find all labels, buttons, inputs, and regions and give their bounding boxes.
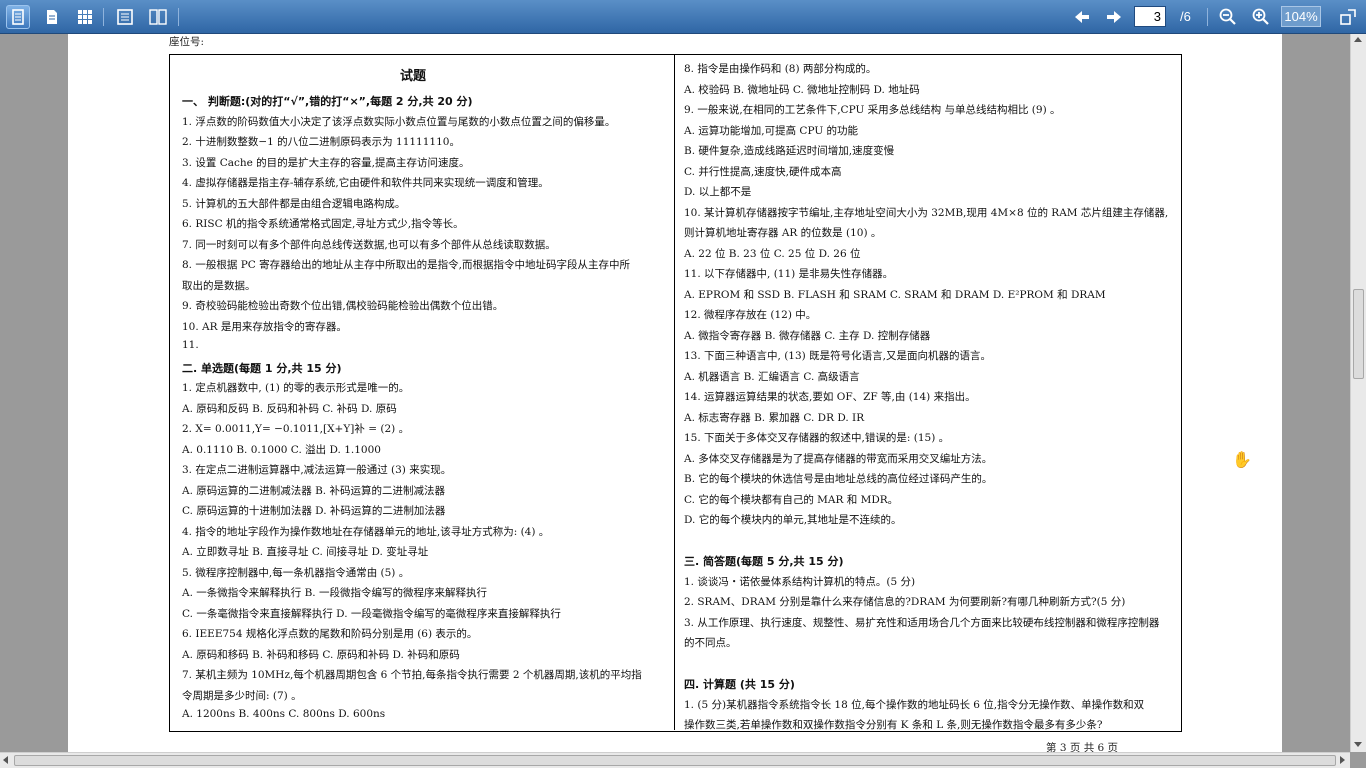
vertical-scroll-thumb[interactable] <box>1353 289 1364 379</box>
section-heading: 三. 简答题(每题 5 分,共 15 分) <box>684 555 844 568</box>
exam-frame: 试题 一、 判断题:(对的打“√”,错的打“×”,每题 2 分,共 20 分) 1… <box>169 54 1182 732</box>
page-total: /6 <box>1180 9 1191 24</box>
question-line: 取出的是数据。 <box>182 279 256 292</box>
question-line: 2. SRAM、DRAM 分别是靠什么来存储信息的?DRAM 为何要刷新?有哪几… <box>684 596 1126 608</box>
question-line: 5. 微程序控制器中,每一条机器指令通常由 (5) 。 <box>182 566 410 579</box>
question-line: A. 微指令寄存器 B. 微存储器 C. 主存 D. 控制存储器 <box>684 329 931 342</box>
question-line: 令周期是多少时间: (7) 。 <box>182 689 302 702</box>
question-line: 的不同点。 <box>684 637 737 649</box>
question-line: A. EPROM 和 SSD B. FLASH 和 SRAM C. SRAM 和… <box>684 288 1106 301</box>
question-line: 6. RISC 机的指令系统通常格式固定,寻址方式少,指令等长。 <box>182 218 464 230</box>
seat-label: 座位号: <box>169 36 205 48</box>
question-line: A. 校验码 B. 微地址码 C. 微地址控制码 D. 地址码 <box>684 83 920 96</box>
question-line: A. 标志寄存器 B. 累加器 C. DR D. IR <box>684 411 865 424</box>
document-icon[interactable] <box>40 5 64 29</box>
question-line: 11. <box>182 339 199 351</box>
question-line: C. 原码运算的十进制加法器 D. 补码运算的二进制加法器 <box>182 505 446 517</box>
question-line: D. 它的每个模块内的单元,其地址是不连续的。 <box>684 514 902 526</box>
horizontal-scrollbar[interactable] <box>0 752 1350 768</box>
zoom-out-icon[interactable] <box>1216 5 1240 29</box>
toolbar-separator <box>103 8 104 26</box>
question-line: 1. 定点机器数中, (1) 的零的表示形式是唯一的。 <box>182 382 410 394</box>
single-page-view-icon[interactable] <box>6 5 30 29</box>
question-line: 7. 某机主频为 10MHz,每个机器周期包含 6 个节拍,每条指令执行需要 2… <box>182 669 642 681</box>
question-line: 4. 指令的地址字段作为操作数地址在存储器单元的地址,该寻址方式称为: (4) … <box>182 525 550 538</box>
question-line: B. 硬件复杂,造成线路延迟时间增加,速度变慢 <box>684 145 895 157</box>
question-line: 15. 下面关于多体交叉存储器的叙述中,错误的是: (15) 。 <box>684 432 950 444</box>
question-line: A. 22 位 B. 23 位 C. 25 位 D. 26 位 <box>684 247 861 260</box>
question-line: 12. 微程序存放在 (12) 中。 <box>684 309 817 321</box>
vertical-scrollbar[interactable] <box>1350 34 1366 752</box>
question-line: A. 运算功能增加,可提高 CPU 的功能 <box>684 124 859 137</box>
question-line: 10. AR 是用来存放指令的寄存器。 <box>182 320 347 333</box>
question-line: 8. 一般根据 PC 寄存器给出的地址从主存中所取出的是指令,而根据指令中地址码… <box>182 259 630 271</box>
question-line: 3. 从工作原理、执行速度、规整性、易扩充性和适用场合几个方面来比较硬布线控制器… <box>684 616 1160 629</box>
question-line: 4. 虚拟存储器是指主存-辅存系统,它由硬件和软件共同来实现统一调度和管理。 <box>182 177 549 189</box>
question-line: A. 多体交叉存储器是为了提高存储器的带宽而采用交叉编址方法。 <box>684 452 993 465</box>
question-line: A. 机器语言 B. 汇编语言 C. 高级语言 <box>684 370 860 383</box>
question-line: B. 它的每个模块的休选信号是由地址总线的高位经过译码产生的。 <box>684 473 993 485</box>
page-number-input[interactable] <box>1134 6 1166 27</box>
question-line: 1. 浮点数的阶码数值大小决定了该浮点数实际小数点位置与尾数的小数点位置之间的偏… <box>182 115 616 128</box>
question-line: D. 以上都不是 <box>684 186 752 198</box>
question-line: 则计算机地址寄存器 AR 的位数是 (10) 。 <box>684 227 882 239</box>
question-line: A. 1200ns B. 400ns C. 800ns D. 600ns <box>182 708 386 720</box>
document-viewport[interactable]: 座位号: 试题 一、 判断题:(对的打“√”,错的打“×”,每题 2 分,共 2… <box>0 34 1350 752</box>
page-footer: 第 3 页 共 6 页 <box>1046 742 1119 752</box>
question-line: 9. 奇校验码能检验出奇数个位出错,偶校验码能检验出偶数个位出错。 <box>182 300 504 312</box>
zoom-level[interactable]: 104% <box>1281 6 1321 27</box>
question-line: 11. 以下存储器中, (11) 是非易失性存储器。 <box>684 268 894 280</box>
two-page-view-icon[interactable] <box>146 5 170 29</box>
question-line: 14. 运算器运算结果的状态,要如 OF、ZF 等,由 (14) 来指出。 <box>684 391 976 403</box>
question-line: 7. 同一时刻可以有多个部件向总线传送数据,也可以有多个部件从总线读取数据。 <box>182 238 556 251</box>
question-line: 13. 下面三种语言中, (13) 既是符号化语言,又是面向机器的语言。 <box>684 350 991 362</box>
fullscreen-icon[interactable] <box>1336 5 1360 29</box>
previous-page-icon[interactable] <box>1070 5 1094 29</box>
question-line: 1. (5 分)某机器指令系统指令长 18 位,每个操作数的地址码长 6 位,指… <box>684 698 1145 711</box>
question-line: A. 原码和移码 B. 补码和移码 C. 原码和补码 D. 补码和原码 <box>182 648 460 661</box>
section-heading: 一、 判断题:(对的打“√”,错的打“×”,每题 2 分,共 20 分) <box>182 95 473 108</box>
book-view-icon[interactable] <box>113 5 137 29</box>
column-divider <box>674 55 675 730</box>
question-line: 操作数三类,若单操作数和双操作数指令分别有 K 条和 L 条,则无操作数指令最多… <box>684 719 1103 731</box>
thumbnail-grid-icon[interactable] <box>73 5 97 29</box>
question-line: 3. 在定点二进制运算器中,减法运算一般通过 (3) 来实现。 <box>182 464 452 476</box>
question-line: 9. 一般来说,在相同的工艺条件下,CPU 采用多总线结构 与单总线结构相比 (… <box>684 104 1061 116</box>
question-line: C. 它的每个模块都有自己的 MAR 和 MDR。 <box>684 493 899 506</box>
scroll-down-icon[interactable] <box>1354 742 1362 747</box>
question-line: 5. 计算机的五大部件都是由组合逻辑电路构成。 <box>182 197 406 210</box>
question-line: A. 原码和反码 B. 反码和补码 C. 补码 D. 原码 <box>182 402 397 415</box>
question-line: 1. 谈谈冯・诺依曼体系结构计算机的特点。(5 分) <box>684 575 916 588</box>
question-line: C. 并行性提高,速度快,硬件成本高 <box>684 165 842 178</box>
toolbar-separator <box>178 8 179 26</box>
scroll-up-icon[interactable] <box>1354 37 1362 42</box>
question-line: 2. X= 0.0011,Y= −0.1011,[X+Y]补 = (2) 。 <box>182 423 410 435</box>
question-line: 8. 指令是由操作码和 (8) 两部分构成的。 <box>684 63 877 75</box>
question-line: A. 原码运算的二进制减法器 B. 补码运算的二进制减法器 <box>182 484 445 497</box>
zoom-in-icon[interactable] <box>1249 5 1273 29</box>
section-heading: 四. 计算题 (共 15 分) <box>684 678 795 691</box>
section-heading: 二. 单选题(每题 1 分,共 15 分) <box>182 361 342 375</box>
question-line: 10. 某计算机存储器按字节编址,主存地址空间大小为 32MB,现用 4M×8 … <box>684 206 1169 219</box>
exam-title: 试题 <box>400 69 427 84</box>
question-line: 2. 十进制数整数−1 的八位二进制原码表示为 11111110。 <box>182 136 460 148</box>
document-page: 座位号: 试题 一、 判断题:(对的打“√”,错的打“×”,每题 2 分,共 2… <box>68 34 1282 752</box>
toolbar-separator <box>1207 8 1208 26</box>
question-line: 6. IEEE754 规格化浮点数的尾数和阶码分别是用 (6) 表示的。 <box>182 628 478 640</box>
toolbar: /6 104% <box>0 0 1366 34</box>
scroll-right-icon[interactable] <box>1340 756 1345 764</box>
question-line: A. 0.1110 B. 0.1000 C. 溢出 D. 1.1000 <box>182 443 381 456</box>
next-page-icon[interactable] <box>1102 5 1126 29</box>
hand-cursor-icon: ✋ <box>1232 450 1252 469</box>
question-line: A. 一条微指令来解释执行 B. 一段微指令编写的微程序来解释执行 <box>182 587 487 599</box>
horizontal-scroll-thumb[interactable] <box>14 755 1336 766</box>
scroll-left-icon[interactable] <box>3 756 8 764</box>
question-line: C. 一条毫微指令来直接解释执行 D. 一段毫微指令编写的毫微程序来直接解释执行 <box>182 607 561 620</box>
question-line: A. 立即数寻址 B. 直接寻址 C. 间接寻址 D. 变址寻址 <box>182 546 429 558</box>
question-line: 3. 设置 Cache 的目的是扩大主存的容量,提高主存访问速度。 <box>182 156 470 169</box>
